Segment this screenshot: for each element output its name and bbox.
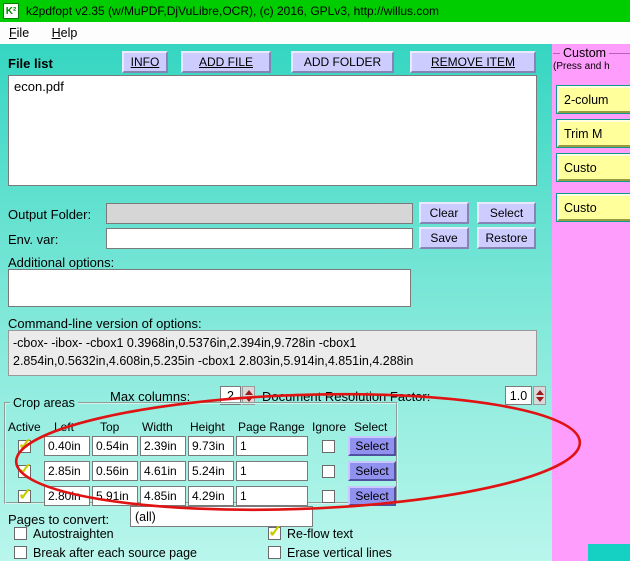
preset-button-label: Trim M: [564, 126, 603, 141]
command-line-label: Command-line version of options:: [8, 316, 202, 331]
pages-to-convert-label: Pages to convert:: [8, 512, 110, 527]
crop-areas-group: Crop areas Active Left Top Width Height …: [4, 396, 398, 506]
app-window: K² k2pdfopt v2.35 (w/MuPDF,DjVuLibre,OCR…: [0, 0, 630, 561]
crop-width-input[interactable]: [140, 436, 186, 456]
crop-width-input[interactable]: [140, 486, 186, 506]
env-var-label: Env. var:: [8, 232, 59, 247]
preset-button-label: Custo: [564, 200, 597, 215]
file-list-item[interactable]: econ.pdf: [9, 76, 536, 97]
header-top: Top: [100, 420, 120, 434]
output-folder-label: Output Folder:: [8, 207, 92, 222]
crop-areas-legend: Crop areas: [13, 396, 75, 410]
crop-active-checkbox[interactable]: [18, 485, 32, 505]
crop-active-checkbox[interactable]: [18, 435, 32, 455]
erase-vertical-lines-label: Erase vertical lines: [287, 546, 392, 560]
crop-left-input[interactable]: [44, 461, 90, 481]
crop-page-range-input[interactable]: [236, 461, 308, 481]
preset-button-2-column[interactable]: 2-colum: [557, 86, 630, 113]
crop-top-input[interactable]: [92, 486, 138, 506]
additional-options-label: Additional options:: [8, 255, 115, 270]
crop-select-button-label: Select: [355, 439, 389, 453]
menu-bar: File Help: [0, 22, 630, 44]
crop-width-input[interactable]: [140, 461, 186, 481]
spinner-up-icon[interactable]: [535, 389, 544, 395]
output-select-button[interactable]: Select: [477, 202, 536, 224]
presets-legend: Custom: [560, 46, 610, 60]
clear-button[interactable]: Clear: [419, 202, 469, 224]
add-file-button[interactable]: ADD FILE: [181, 51, 271, 73]
crop-height-input[interactable]: [188, 461, 234, 481]
crop-left-input[interactable]: [44, 436, 90, 456]
output-select-button-label: Select: [489, 206, 524, 220]
header-active: Active: [8, 420, 41, 434]
add-file-button-label: ADD FILE: [198, 55, 253, 69]
remove-item-button-label: REMOVE ITEM: [430, 55, 515, 69]
menu-file[interactable]: File: [0, 22, 38, 44]
crop-active-checkbox[interactable]: [18, 460, 32, 480]
crop-top-input[interactable]: [92, 436, 138, 456]
reflow-text-checkbox[interactable]: [268, 522, 282, 542]
autostraighten-label: Autostraighten: [33, 527, 114, 541]
clear-button-label: Clear: [429, 206, 459, 220]
save-button-label: Save: [430, 231, 458, 245]
pages-to-convert-input[interactable]: [130, 506, 313, 527]
erase-vertical-lines-checkbox[interactable]: [268, 546, 281, 559]
file-list-label: File list: [8, 56, 53, 71]
spinner-up-icon[interactable]: [244, 389, 253, 395]
header-page-range: Page Range: [238, 420, 305, 434]
crop-ignore-checkbox[interactable]: [322, 465, 335, 478]
doc-resolution-input[interactable]: [505, 386, 532, 405]
output-folder-input[interactable]: [106, 203, 413, 224]
preset-button-trim-margins[interactable]: Trim M: [557, 120, 630, 147]
crop-page-range-input[interactable]: [236, 436, 308, 456]
autostraighten-checkbox[interactable]: [14, 527, 27, 540]
header-width: Width: [142, 420, 173, 434]
crop-select-button[interactable]: Select: [348, 486, 396, 506]
remove-item-button[interactable]: REMOVE ITEM: [410, 51, 536, 73]
crop-select-button-label: Select: [355, 489, 389, 503]
break-after-page-checkbox[interactable]: [14, 546, 27, 559]
preset-button-custom-2[interactable]: Custo: [557, 194, 630, 221]
break-after-page-label: Break after each source page: [33, 546, 197, 560]
restore-button[interactable]: Restore: [477, 227, 536, 249]
app-icon: K²: [3, 3, 19, 19]
crop-select-button[interactable]: Select: [348, 436, 396, 456]
reflow-text-label: Re-flow text: [287, 527, 353, 541]
title-bar[interactable]: K² k2pdfopt v2.35 (w/MuPDF,DjVuLibre,OCR…: [0, 0, 630, 22]
window-title: k2pdfopt v2.35 (w/MuPDF,DjVuLibre,OCR), …: [26, 4, 440, 18]
save-button[interactable]: Save: [419, 227, 469, 249]
file-listbox[interactable]: econ.pdf: [8, 75, 537, 186]
env-var-input[interactable]: [106, 228, 413, 249]
crop-page-range-input[interactable]: [236, 486, 308, 506]
spinner-down-icon[interactable]: [535, 396, 544, 402]
header-select: Select: [354, 420, 388, 434]
add-folder-button[interactable]: ADD FOLDER: [291, 51, 394, 73]
info-button[interactable]: INFO: [122, 51, 168, 73]
preset-button-label: Custo: [564, 160, 597, 175]
crop-select-button[interactable]: Select: [348, 461, 396, 481]
restore-button-label: Restore: [485, 231, 528, 245]
header-ignore: Ignore: [312, 420, 347, 434]
crop-top-input[interactable]: [92, 461, 138, 481]
doc-resolution-spinner[interactable]: [533, 386, 546, 405]
info-button-label: INFO: [130, 55, 160, 69]
presets-subtext: (Press and h: [553, 61, 610, 72]
crop-left-input[interactable]: [44, 486, 90, 506]
preset-button-custom-1[interactable]: Custo: [557, 154, 630, 181]
header-height: Height: [190, 420, 225, 434]
menu-help[interactable]: Help: [43, 22, 87, 44]
crop-ignore-checkbox[interactable]: [322, 490, 335, 503]
additional-options-textarea[interactable]: [8, 269, 411, 307]
crop-height-input[interactable]: [188, 436, 234, 456]
command-line-box: -cbox- -ibox- -cbox1 0.3968in,0.5376in,2…: [8, 330, 537, 376]
crop-ignore-checkbox[interactable]: [322, 440, 335, 453]
crop-height-input[interactable]: [188, 486, 234, 506]
crop-select-button-label: Select: [355, 464, 389, 478]
bottom-right-panel: [588, 544, 630, 561]
header-left: Left: [54, 420, 75, 434]
preset-button-label: 2-colum: [564, 92, 609, 107]
add-folder-button-label: ADD FOLDER: [303, 55, 382, 69]
